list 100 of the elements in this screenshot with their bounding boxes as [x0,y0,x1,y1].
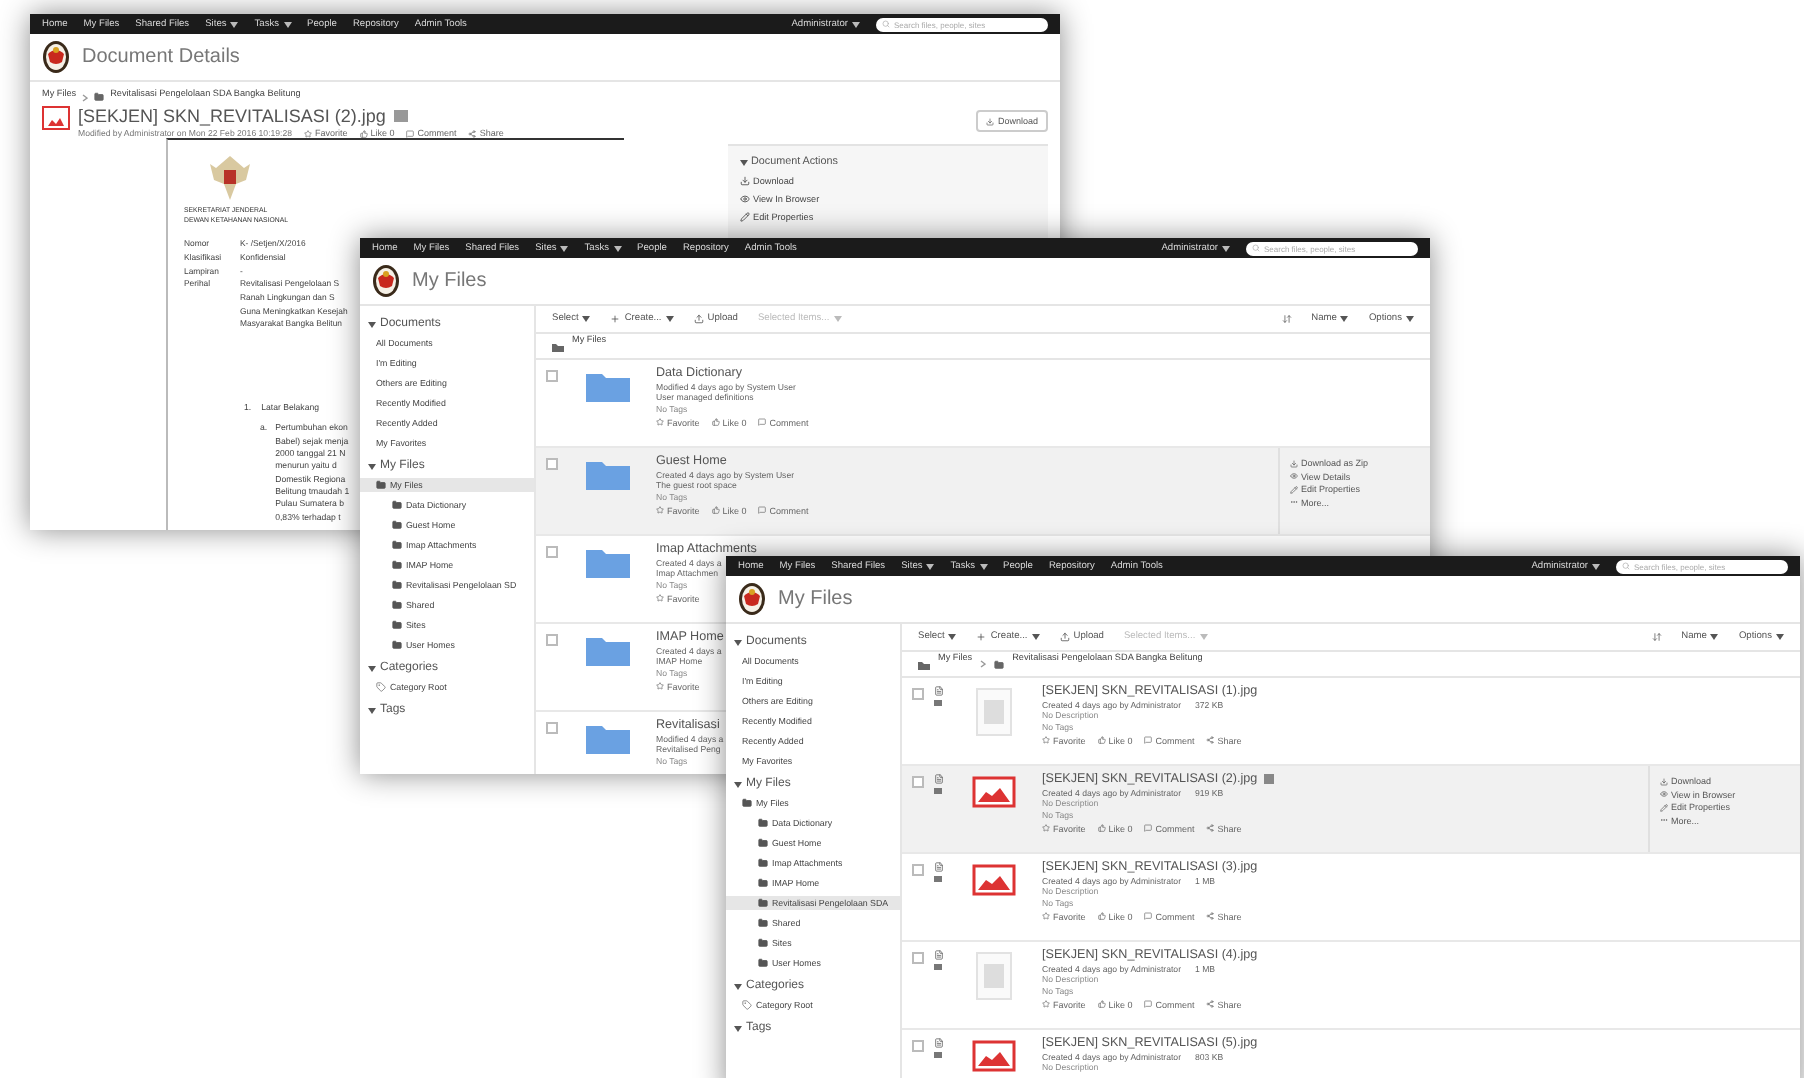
search-icon [1252,244,1260,252]
share-icon [1206,1000,1215,1009]
star-icon [1042,912,1050,921]
caret-icon [1222,245,1230,251]
checkbox[interactable] [546,546,558,558]
search-icon [1622,562,1630,570]
folder-icon [758,838,768,848]
caret-icon [852,21,860,27]
plus-icon [976,632,987,642]
folder-up-icon[interactable] [918,659,930,669]
pencil-icon [1290,485,1298,493]
checkbox[interactable] [912,952,924,964]
folder-icon [758,858,768,868]
star-icon [656,418,664,427]
document-icon [934,950,944,960]
folder-icon [392,640,402,650]
caret-icon [1340,316,1349,322]
folder-icon [392,540,402,550]
share-icon [468,129,477,138]
chevron-icon [980,660,987,668]
thumbs-up-icon [359,129,368,138]
comment-icon [1144,1000,1153,1009]
image-file-icon [971,776,1015,808]
download-icon [1660,777,1668,785]
comment-icon [1144,736,1153,745]
caret-icon [740,159,748,166]
share-icon [1206,912,1215,921]
document-thumbnail-icon [975,688,1011,736]
document-icon [934,862,944,872]
document-thumbnail-icon [975,952,1011,1000]
pencil-icon [1660,803,1668,811]
caret-icon [368,463,376,469]
folder-icon [758,938,768,948]
caret-icon [368,665,376,671]
caret-icon [734,983,742,989]
folder-icon [392,520,402,530]
sort-icon[interactable] [1281,314,1292,324]
eye-icon [740,194,750,205]
grid-icon [934,788,942,794]
plus-icon [610,314,621,324]
grid-icon [934,1052,942,1058]
star-icon [1042,824,1050,833]
document-icon [934,774,944,784]
eye-icon [1660,790,1668,798]
page-title: My Files [412,270,487,292]
logo-icon [42,40,70,74]
caret-icon [734,781,742,787]
folder-icon [758,898,768,908]
tag-icon [742,1000,752,1010]
thumbs-up-icon [1097,912,1106,921]
sort-icon[interactable] [1651,632,1662,642]
thumbs-up-icon [1097,736,1106,745]
star-icon [656,682,664,691]
folder-up-icon[interactable] [552,341,564,351]
caret-icon [979,563,988,569]
page-title: Document Details [82,46,240,68]
checkbox[interactable] [546,370,558,382]
folder-icon [392,560,402,570]
thumbs-up-icon [1097,1000,1106,1009]
chevron-icon [82,93,89,101]
folder-icon [392,500,402,510]
folder-icon [585,546,629,578]
checkbox[interactable] [912,688,924,700]
folder-icon [758,918,768,928]
folder-icon [758,958,768,968]
folder-icon [758,818,768,828]
checkbox[interactable] [912,776,924,788]
emblem-drawing [208,152,252,205]
upload-icon [693,314,704,324]
checkbox[interactable] [546,722,558,734]
caret-icon [1592,563,1600,569]
caret-icon [734,1025,742,1031]
share-icon [1206,736,1215,745]
caret-icon [368,707,376,713]
folder-icon [585,458,629,490]
checkbox[interactable] [546,458,558,470]
star-icon [656,506,664,515]
comment-icon [758,418,767,427]
download-icon [1290,459,1298,467]
logo-icon [372,264,400,298]
star-icon [1042,736,1050,745]
image-file-icon [971,864,1015,896]
folder-icon [585,722,629,754]
caret-icon [1199,634,1208,640]
checkbox[interactable] [912,1040,924,1052]
document-icon [934,1038,944,1048]
grid-icon [934,700,942,706]
folder-icon [758,878,768,888]
grid-icon [934,876,942,882]
download-icon [985,117,994,126]
image-file-icon [971,1040,1015,1072]
comment-icon [1144,912,1153,921]
checkbox[interactable] [546,634,558,646]
caret-icon [665,316,674,322]
caret-icon [283,21,292,27]
checkbox[interactable] [912,864,924,876]
badge-icon [393,110,408,122]
image-file-icon [42,106,70,130]
grid-icon [934,964,942,970]
comment-icon [758,506,767,515]
